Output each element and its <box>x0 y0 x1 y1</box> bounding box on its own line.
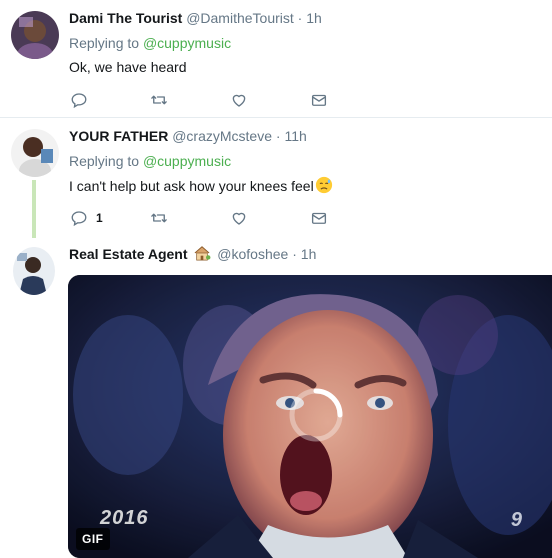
avatar[interactable] <box>13 247 55 295</box>
house-with-garden-emoji <box>195 246 211 261</box>
gif-media[interactable]: 2016 9 GIF <box>68 275 552 558</box>
timestamp[interactable]: 1h <box>306 10 322 26</box>
timestamp[interactable]: 1h <box>301 246 317 262</box>
timestamp[interactable]: 11h <box>284 128 306 144</box>
separator-dot: · <box>292 246 297 262</box>
reply-icon <box>71 93 87 109</box>
loading-spinner <box>289 388 343 442</box>
avatar[interactable] <box>11 11 59 59</box>
tweet-header: Real Estate Agent @kofoshee · 1h <box>69 245 316 263</box>
tweet-text-content: I can't help but ask how your knees feel <box>69 178 314 194</box>
tweet[interactable]: Dami The Tourist @DamitheTourist · 1h Re… <box>0 0 552 118</box>
separator-dot: · <box>275 128 281 144</box>
channel-watermark: 9 <box>510 509 522 531</box>
user-handle[interactable]: @DamitheTourist <box>186 10 294 26</box>
direct-message-button[interactable] <box>310 90 328 110</box>
replying-to-link[interactable]: @cuppymusic <box>143 153 231 169</box>
retweet-icon <box>151 213 167 223</box>
like-icon <box>232 212 246 225</box>
like-icon <box>232 94 246 107</box>
tweet-actions <box>70 90 350 110</box>
direct-message-icon <box>311 212 327 224</box>
tweet-actions: 1 <box>70 208 350 228</box>
direct-message-icon <box>311 94 327 106</box>
direct-message-button[interactable] <box>310 208 328 228</box>
tweet-text-content: Ok, we have heard <box>69 59 187 75</box>
user-handle[interactable]: @kofoshee <box>217 246 288 262</box>
separator-dot: · <box>297 10 303 26</box>
avatar[interactable] <box>11 129 59 177</box>
reply-button[interactable] <box>70 90 88 110</box>
retweet-button[interactable] <box>150 90 168 110</box>
replying-to: Replying to @cuppymusic <box>69 34 231 52</box>
tweet[interactable]: Real Estate Agent @kofoshee · 1h 2016 9 … <box>0 240 552 558</box>
reply-icon <box>71 211 87 227</box>
like-button[interactable] <box>230 208 248 228</box>
retweet-icon <box>151 95 167 105</box>
replying-label: Replying to <box>69 153 140 169</box>
tweet-text: Ok, we have heard <box>69 58 187 76</box>
display-name[interactable]: YOUR FATHER <box>69 128 168 144</box>
reply-count: 1 <box>96 211 103 225</box>
replying-label: Replying to <box>69 35 140 51</box>
replying-to: Replying to @cuppymusic <box>69 152 231 170</box>
display-name[interactable]: Real Estate Agent <box>69 246 188 262</box>
disappointed-relieved-emoji <box>315 176 332 194</box>
gif-badge: GIF <box>76 528 110 550</box>
replying-to-link[interactable]: @cuppymusic <box>143 35 231 51</box>
user-handle[interactable]: @crazyMcsteve <box>172 128 272 144</box>
like-button[interactable] <box>230 90 248 110</box>
retweet-button[interactable] <box>150 208 168 228</box>
reply-button[interactable]: 1 <box>70 208 103 228</box>
tweet-header: YOUR FATHER @crazyMcsteve · 11h <box>69 127 307 145</box>
thread-connector <box>32 180 36 238</box>
display-name[interactable]: Dami The Tourist <box>69 10 182 26</box>
tweet-text: I can't help but ask how your knees feel <box>69 176 333 195</box>
tweet[interactable]: YOUR FATHER @crazyMcsteve · 11h Replying… <box>0 118 552 240</box>
year-watermark: 2016 <box>100 507 149 529</box>
tweet-header: Dami The Tourist @DamitheTourist · 1h <box>69 9 322 27</box>
